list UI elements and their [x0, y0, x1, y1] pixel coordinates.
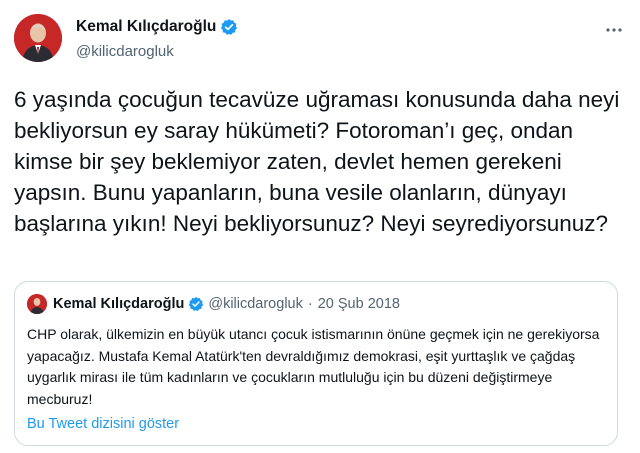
quoted-tweet-text: CHP olarak, ülkemizin en büyük utancı ço…: [27, 326, 600, 407]
separator-dot: ·: [307, 296, 313, 312]
quoted-tweet[interactable]: Kemal Kılıçdaroğlu @kilicdarogluk · 20 Ş…: [14, 281, 618, 446]
quoted-avatar: [27, 294, 47, 314]
show-thread-link[interactable]: Bu Tweet dizisini göster: [27, 416, 179, 432]
quoted-author-handle: @kilicdarogluk: [208, 296, 303, 312]
author-name[interactable]: Kemal Kılıçdaroğlu: [76, 18, 216, 36]
tweet-header: Kemal Kılıçdaroğlu @kilicdarogluk: [14, 10, 626, 70]
author-handle[interactable]: @kilicdarogluk: [76, 43, 174, 60]
quoted-tweet-header: Kemal Kılıçdaroğlu @kilicdarogluk · 20 Ş…: [27, 294, 400, 314]
more-options-icon[interactable]: [604, 20, 624, 40]
avatar[interactable]: [14, 14, 62, 62]
author-name-row[interactable]: Kemal Kılıçdaroğlu: [76, 18, 238, 36]
quoted-date: 20 Şub 2018: [317, 296, 400, 312]
verified-badge-icon: [188, 296, 204, 312]
verified-badge-icon: [220, 18, 238, 36]
tweet-text: 6 yaşında çocuğun tecavüze uğraması konu…: [14, 87, 620, 236]
quoted-author-name: Kemal Kılıçdaroğlu: [53, 296, 185, 312]
